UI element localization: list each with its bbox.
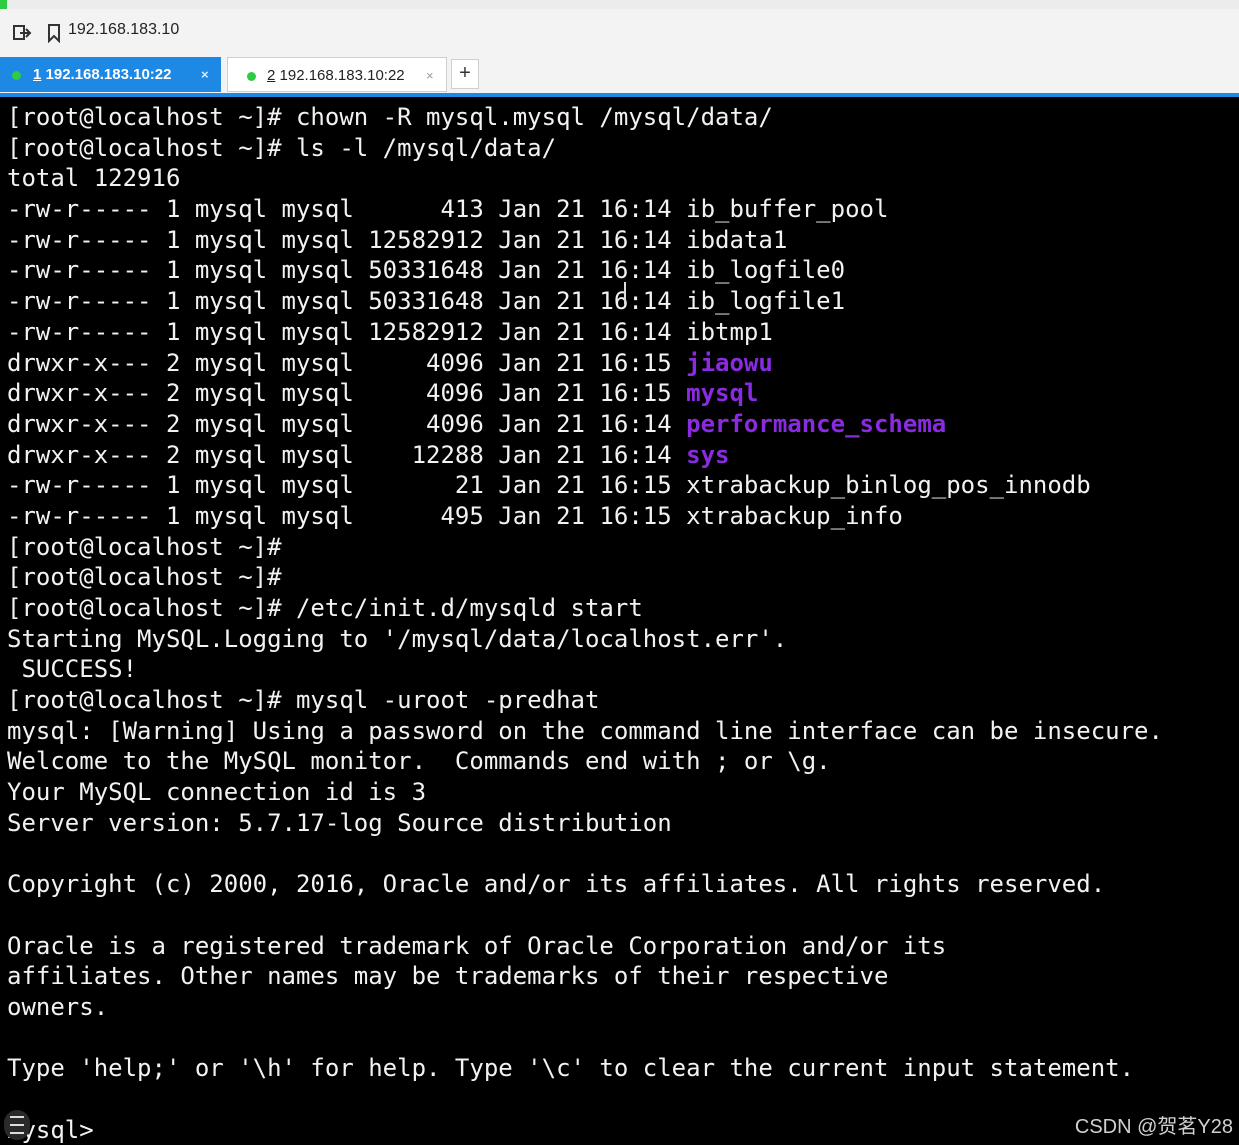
line-text: -rw-r----- 1 mysql mysql 12582912 Jan 21… <box>7 317 687 346</box>
line-text: -rw-r----- 1 mysql mysql 413 Jan 21 16:1… <box>7 195 687 224</box>
tab-session-1[interactable]: 1 192.168.183.10:22 × <box>0 57 221 92</box>
new-tab-button[interactable]: + <box>451 59 479 89</box>
window-top-strip <box>0 0 1239 28</box>
bookmark-icon[interactable] <box>44 23 64 43</box>
file-name: ib_buffer_pool <box>686 195 889 224</box>
terminal-line: Server version: 5.7.17-log Source distri… <box>7 808 1163 839</box>
line-text: -rw-r----- 1 mysql mysql 12582912 Jan 21… <box>7 225 687 254</box>
address-bar: 192.168.183.10 <box>0 9 1239 57</box>
terminal-line: [root@localhost ~]# chown -R mysql.mysql… <box>7 102 1163 133</box>
line-text: Type 'help;' or '\h' for help. Type '\c'… <box>7 1054 1135 1083</box>
line-text: mysql: [Warning] Using a password on the… <box>7 716 1163 745</box>
terminal-line: drwxr-x--- 2 mysql mysql 12288 Jan 21 16… <box>7 440 1163 471</box>
line-text: [root@localhost ~]# <box>7 532 282 561</box>
terminal-line: [root@localhost ~]# /etc/init.d/mysqld s… <box>7 593 1163 624</box>
terminal-lines: [root@localhost ~]# chown -R mysql.mysql… <box>7 102 1163 1145</box>
terminal-line: -rw-r----- 1 mysql mysql 495 Jan 21 16:1… <box>7 501 1163 532</box>
line-text: total 122916 <box>7 164 181 193</box>
host-address: 192.168.183.10 <box>68 21 180 38</box>
terminal-line: Starting MySQL.Logging to '/mysql/data/l… <box>7 624 1163 655</box>
tab-label: 192.168.183.10:22 <box>279 67 405 84</box>
line-text: Copyright (c) 2000, 2016, Oracle and/or … <box>7 870 1106 899</box>
exit-arrow-icon[interactable] <box>12 23 32 43</box>
terminal-line: [root@localhost ~]# mysql -uroot -predha… <box>7 685 1163 716</box>
line-text: Starting MySQL.Logging to '/mysql/data/l… <box>7 624 788 653</box>
terminal-line: Your MySQL connection id is 3 <box>7 777 1163 808</box>
tab-number: 2 <box>267 67 276 84</box>
terminal-line: mysql: [Warning] Using a password on the… <box>7 716 1163 747</box>
line-text: -rw-r----- 1 mysql mysql 50331648 Jan 21… <box>7 287 687 316</box>
line-text: drwxr-x--- 2 mysql mysql 4096 Jan 21 16:… <box>7 409 687 438</box>
line-text: affiliates. Other names may be trademark… <box>7 962 889 991</box>
tab-bar: 1 192.168.183.10:22 × 2 192.168.183.10:2… <box>0 57 1239 94</box>
terminal-line: Welcome to the MySQL monitor. Commands e… <box>7 746 1163 777</box>
terminal-line: -rw-r----- 1 mysql mysql 413 Jan 21 16:1… <box>7 194 1163 225</box>
line-text: -rw-r----- 1 mysql mysql 21 Jan 21 16:15 <box>7 471 687 500</box>
directory-name: jiaowu <box>686 348 773 377</box>
line-text: drwxr-x--- 2 mysql mysql 12288 Jan 21 16… <box>7 440 687 469</box>
line-text: drwxr-x--- 2 mysql mysql 4096 Jan 21 16:… <box>7 348 687 377</box>
line-text: Server version: 5.7.17-log Source distri… <box>7 808 672 837</box>
directory-name: mysql <box>686 379 759 408</box>
terminal-line: Type 'help;' or '\h' for help. Type '\c'… <box>7 1053 1163 1084</box>
tab-number: 1 <box>33 66 42 83</box>
terminal-line: [root@localhost ~]# ls -l /mysql/data/ <box>7 133 1163 164</box>
tab-close-icon[interactable]: × <box>201 57 209 92</box>
terminal-line: -rw-r----- 1 mysql mysql 50331648 Jan 21… <box>7 255 1163 286</box>
terminal-line: drwxr-x--- 2 mysql mysql 4096 Jan 21 16:… <box>7 348 1163 379</box>
terminal-line: mysql> <box>7 1115 1163 1145</box>
line-text: [root@localhost ~]# mysql -uroot -predha… <box>7 686 600 715</box>
terminal-line: drwxr-x--- 2 mysql mysql 4096 Jan 21 16:… <box>7 409 1163 440</box>
tab-session-2[interactable]: 2 192.168.183.10:22 × <box>227 57 447 92</box>
file-name: ibdata1 <box>686 225 788 254</box>
connected-status-icon <box>247 72 256 81</box>
directory-name: performance_schema <box>686 409 947 438</box>
terminal-line: [root@localhost ~]# <box>7 562 1163 593</box>
text-cursor-icon <box>624 282 632 304</box>
line-text: owners. <box>7 992 109 1021</box>
line-text: [root@localhost ~]# /etc/init.d/mysqld s… <box>7 594 643 622</box>
terminal-line: Copyright (c) 2000, 2016, Oracle and/or … <box>7 869 1163 900</box>
terminal-line: affiliates. Other names may be trademark… <box>7 961 1163 992</box>
file-name: xtrabackup_info <box>686 501 903 530</box>
terminal-line: -rw-r----- 1 mysql mysql 12582912 Jan 21… <box>7 225 1163 256</box>
menu-lines-icon[interactable] <box>4 1110 30 1140</box>
directory-name: sys <box>686 440 730 469</box>
file-name: ib_logfile0 <box>686 256 846 285</box>
line-text: -rw-r----- 1 mysql mysql 50331648 Jan 21… <box>7 256 687 285</box>
terminal-line: [root@localhost ~]# <box>7 532 1163 563</box>
line-text: Your MySQL connection id is 3 <box>7 778 427 807</box>
tab-label: 192.168.183.10:22 <box>45 66 172 83</box>
line-text: Welcome to the MySQL monitor. Commands e… <box>7 747 831 776</box>
file-name: ib_logfile1 <box>686 287 846 316</box>
line-text: [root@localhost ~]# <box>7 563 282 592</box>
line-text: drwxr-x--- 2 mysql mysql 4096 Jan 21 16:… <box>7 379 687 408</box>
line-text: SUCCESS! <box>7 655 138 684</box>
connected-status-icon <box>12 71 21 80</box>
terminal-output[interactable]: [root@localhost ~]# chown -R mysql.mysql… <box>0 97 1239 1145</box>
terminal-line: SUCCESS! <box>7 654 1163 685</box>
tab-close-icon[interactable]: × <box>426 58 434 93</box>
file-name: xtrabackup_binlog_pos_innodb <box>686 471 1091 500</box>
line-text: [root@localhost ~]# chown -R mysql.mysql… <box>7 103 773 131</box>
terminal-line: -rw-r----- 1 mysql mysql 50331648 Jan 21… <box>7 286 1163 317</box>
terminal-line: owners. <box>7 992 1163 1023</box>
terminal-line: -rw-r----- 1 mysql mysql 21 Jan 21 16:15… <box>7 470 1163 501</box>
line-text: [root@localhost ~]# ls -l /mysql/data/ <box>7 133 557 162</box>
terminal-line: drwxr-x--- 2 mysql mysql 4096 Jan 21 16:… <box>7 378 1163 409</box>
terminal-line: total 122916 <box>7 163 1163 194</box>
line-text: Oracle is a registered trademark of Orac… <box>7 931 947 960</box>
terminal-line: -rw-r----- 1 mysql mysql 12582912 Jan 21… <box>7 317 1163 348</box>
watermark: CSDN @贺茗Y28 <box>1074 1116 1233 1138</box>
file-name: ibtmp1 <box>686 317 773 346</box>
terminal-line: Oracle is a registered trademark of Orac… <box>7 931 1163 962</box>
line-text: -rw-r----- 1 mysql mysql 495 Jan 21 16:1… <box>7 501 687 530</box>
